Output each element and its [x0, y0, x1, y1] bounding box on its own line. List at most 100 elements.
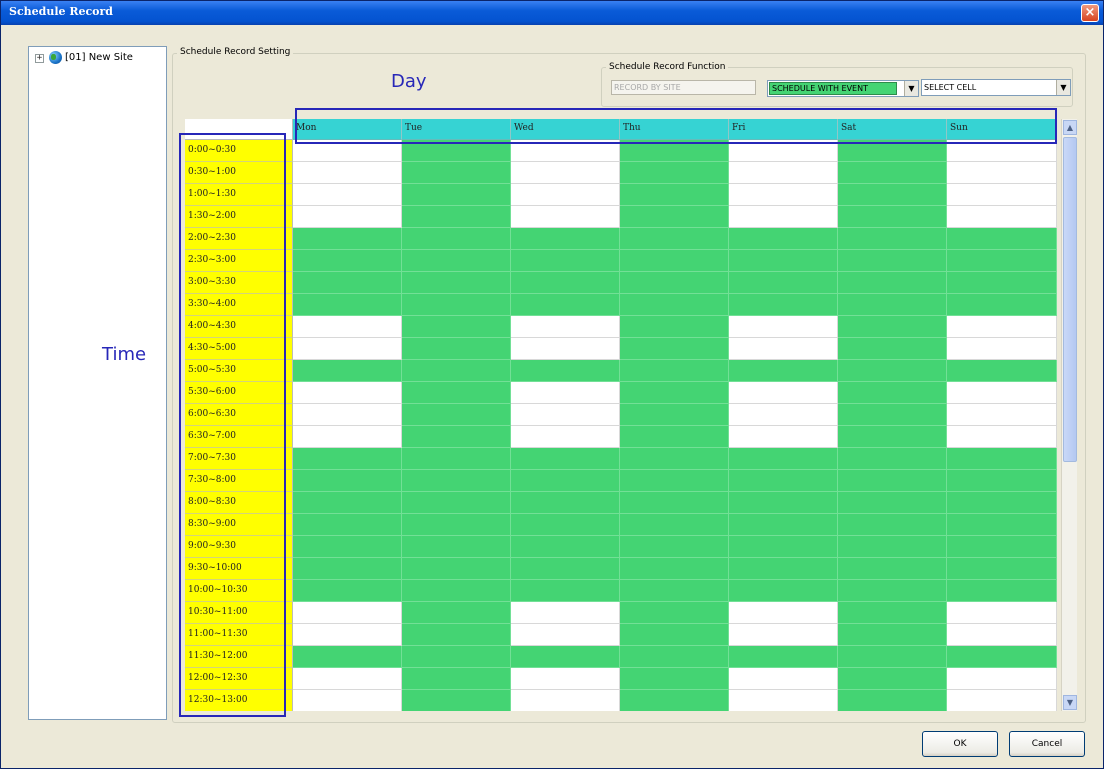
schedule-cell[interactable] [729, 294, 838, 316]
schedule-cell[interactable] [729, 470, 838, 492]
schedule-cell[interactable] [511, 272, 620, 294]
schedule-cell[interactable] [947, 646, 1057, 668]
schedule-cell[interactable] [293, 668, 402, 690]
schedule-cell[interactable] [838, 558, 947, 580]
schedule-cell[interactable] [402, 558, 511, 580]
schedule-cell[interactable] [293, 228, 402, 250]
schedule-cell[interactable] [729, 690, 838, 711]
schedule-cell[interactable] [729, 426, 838, 448]
schedule-cell[interactable] [620, 668, 729, 690]
schedule-cell[interactable] [620, 514, 729, 536]
schedule-cell[interactable] [947, 426, 1057, 448]
schedule-cell[interactable] [620, 580, 729, 602]
schedule-cell[interactable] [838, 448, 947, 470]
dropdown-arrow-icon[interactable]: ▼ [904, 81, 918, 96]
schedule-cell[interactable] [838, 294, 947, 316]
schedule-cell[interactable] [947, 514, 1057, 536]
schedule-cell[interactable] [402, 492, 511, 514]
schedule-cell[interactable] [729, 602, 838, 624]
scrollbar-thumb[interactable] [1063, 137, 1077, 462]
schedule-cell[interactable] [620, 162, 729, 184]
ok-button[interactable]: OK [922, 731, 998, 757]
schedule-cell[interactable] [729, 492, 838, 514]
schedule-cell[interactable] [293, 360, 402, 382]
schedule-cell[interactable] [729, 514, 838, 536]
schedule-cell[interactable] [729, 228, 838, 250]
schedule-cell[interactable] [838, 272, 947, 294]
schedule-cell[interactable] [511, 690, 620, 711]
schedule-cell[interactable] [293, 690, 402, 711]
schedule-cell[interactable] [947, 272, 1057, 294]
schedule-cell[interactable] [511, 492, 620, 514]
scroll-up-icon[interactable]: ▲ [1063, 120, 1077, 135]
schedule-cell[interactable] [402, 272, 511, 294]
schedule-cell[interactable] [947, 448, 1057, 470]
schedule-cell[interactable] [729, 448, 838, 470]
schedule-cell[interactable] [729, 250, 838, 272]
schedule-cell[interactable] [838, 492, 947, 514]
schedule-cell[interactable] [402, 404, 511, 426]
schedule-cell[interactable] [511, 162, 620, 184]
schedule-cell[interactable] [293, 536, 402, 558]
schedule-cell[interactable] [838, 426, 947, 448]
schedule-cell[interactable] [729, 558, 838, 580]
schedule-cell[interactable] [838, 514, 947, 536]
schedule-cell[interactable] [620, 382, 729, 404]
schedule-cell[interactable] [838, 184, 947, 206]
title-bar[interactable]: Schedule Record × [1, 1, 1103, 25]
schedule-cell[interactable] [838, 228, 947, 250]
schedule-cell[interactable] [511, 338, 620, 360]
schedule-cell[interactable] [620, 536, 729, 558]
dropdown-arrow-icon[interactable]: ▼ [1056, 80, 1070, 95]
schedule-cell[interactable] [620, 228, 729, 250]
schedule-cell[interactable] [511, 294, 620, 316]
schedule-cell[interactable] [838, 382, 947, 404]
schedule-cell[interactable] [947, 624, 1057, 646]
vertical-scrollbar[interactable]: ▲ ▼ [1061, 119, 1077, 711]
schedule-cell[interactable] [947, 162, 1057, 184]
schedule-cell[interactable] [838, 250, 947, 272]
schedule-cell[interactable] [729, 646, 838, 668]
schedule-cell[interactable] [402, 162, 511, 184]
schedule-cell[interactable] [511, 668, 620, 690]
schedule-cell[interactable] [947, 316, 1057, 338]
schedule-cell[interactable] [947, 668, 1057, 690]
schedule-cell[interactable] [402, 360, 511, 382]
schedule-cell[interactable] [729, 668, 838, 690]
schedule-cell[interactable] [511, 514, 620, 536]
schedule-cell[interactable] [511, 228, 620, 250]
schedule-cell[interactable] [511, 382, 620, 404]
schedule-cell[interactable] [402, 646, 511, 668]
schedule-cell[interactable] [293, 206, 402, 228]
schedule-cell[interactable] [402, 184, 511, 206]
schedule-cell[interactable] [511, 602, 620, 624]
schedule-cell[interactable] [947, 382, 1057, 404]
schedule-cell[interactable] [402, 426, 511, 448]
schedule-cell[interactable] [947, 184, 1057, 206]
close-button[interactable]: × [1081, 4, 1099, 22]
schedule-cell[interactable] [402, 206, 511, 228]
schedule-cell[interactable] [838, 360, 947, 382]
site-tree[interactable]: + [01] New Site [28, 46, 167, 720]
schedule-cell[interactable] [620, 426, 729, 448]
schedule-cell[interactable] [729, 624, 838, 646]
record-mode-select[interactable]: SCHEDULE WITH EVENT ▼ [767, 80, 919, 97]
schedule-cell[interactable] [511, 558, 620, 580]
schedule-cell[interactable] [838, 624, 947, 646]
schedule-cell[interactable] [511, 580, 620, 602]
schedule-cell[interactable] [511, 250, 620, 272]
schedule-cell[interactable] [620, 690, 729, 711]
schedule-cell[interactable] [293, 404, 402, 426]
schedule-cell[interactable] [947, 250, 1057, 272]
schedule-cell[interactable] [947, 206, 1057, 228]
schedule-cell[interactable] [838, 338, 947, 360]
schedule-cell[interactable] [947, 294, 1057, 316]
schedule-cell[interactable] [947, 404, 1057, 426]
schedule-cell[interactable] [511, 184, 620, 206]
schedule-cell[interactable] [729, 206, 838, 228]
schedule-cell[interactable] [620, 558, 729, 580]
schedule-cell[interactable] [620, 470, 729, 492]
schedule-cell[interactable] [620, 492, 729, 514]
schedule-cell[interactable] [293, 272, 402, 294]
schedule-cell[interactable] [729, 580, 838, 602]
